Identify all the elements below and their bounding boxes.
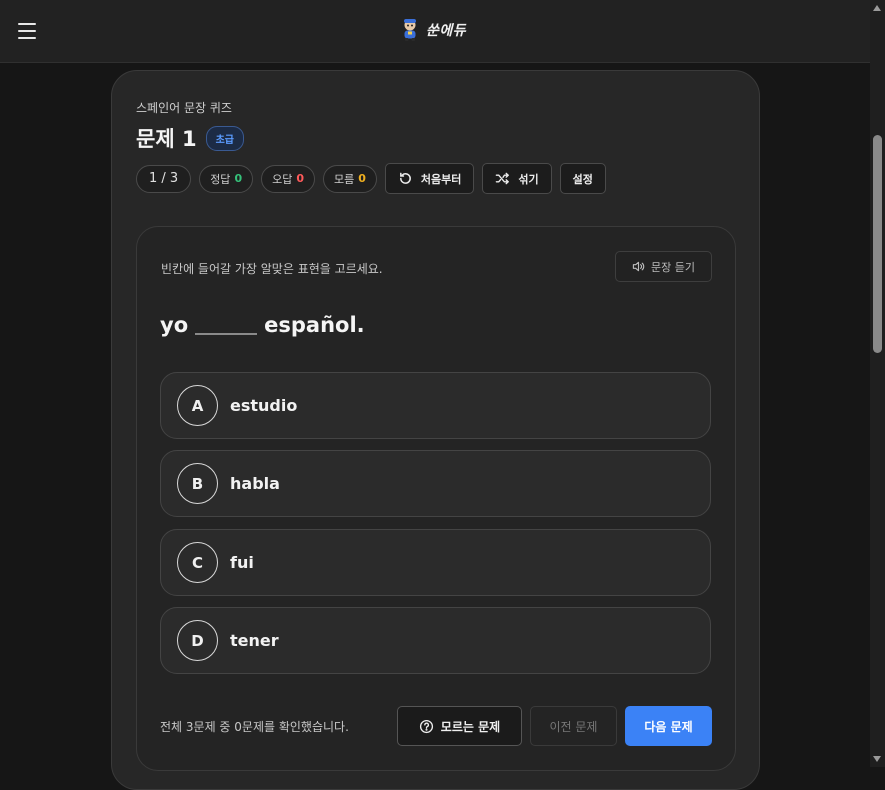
quiz-card: 스페인어 문장 퀴즈 문제 1 초급 1 / 3 정답 0 오답 0 모름 0 … — [111, 70, 760, 790]
question-sentence: yo español. — [160, 311, 365, 337]
restart-label: 처음부터 — [420, 172, 462, 186]
restart-button[interactable]: 처음부터 — [384, 163, 475, 194]
wrong-count-pill: 오답 0 — [261, 164, 315, 193]
unknown-question-label: 모르는 문제 — [440, 719, 501, 734]
progress-text: 1 / 3 — [149, 171, 179, 186]
sentence-after-blank: español. — [264, 313, 365, 337]
shuffle-button[interactable]: 섞기 — [482, 163, 552, 194]
correct-count: 0 — [234, 172, 243, 185]
previous-question-button[interactable]: 이전 문제 — [530, 706, 617, 746]
sentence-before-blank: yo — [160, 313, 189, 337]
answer-blank — [195, 311, 258, 335]
option-text: fui — [230, 553, 254, 572]
option-letter: C — [177, 542, 218, 583]
question-title: 문제 1 — [136, 127, 197, 151]
speaker-icon — [632, 261, 645, 272]
question-card: 빈칸에 들어갈 가장 알맞은 표현을 고르세요. 문장 듣기 yo españo… — [136, 226, 736, 771]
scroll-up-arrow-icon[interactable] — [873, 5, 881, 11]
top-bar: 쑨에듀 — [0, 0, 870, 63]
previous-question-label: 이전 문제 — [549, 719, 598, 734]
shuffle-label: 섞기 — [518, 172, 539, 186]
restart-icon — [399, 172, 411, 184]
option-b[interactable]: B habla — [160, 450, 711, 517]
next-question-button[interactable]: 다음 문제 — [625, 706, 712, 746]
option-letter: A — [177, 385, 218, 426]
option-text: habla — [230, 474, 280, 493]
level-badge: 초급 — [205, 125, 244, 151]
option-d[interactable]: D tener — [160, 607, 711, 674]
unknown-label: 모름 — [334, 172, 355, 186]
quiz-subtitle: 스페인어 문장 퀴즈 — [136, 101, 232, 115]
scroll-down-arrow-icon[interactable] — [873, 756, 881, 762]
correct-label: 정답 — [210, 172, 231, 186]
option-c[interactable]: C fui — [160, 529, 711, 596]
listen-sentence-button[interactable]: 문장 듣기 — [615, 251, 712, 282]
option-letter: D — [177, 620, 218, 661]
option-letter: B — [177, 463, 218, 504]
scroll-thumb[interactable] — [873, 135, 882, 353]
progress-summary: 전체 3문제 중 0문제를 확인했습니다. — [160, 720, 349, 734]
listen-label: 문장 듣기 — [651, 260, 695, 274]
next-question-label: 다음 문제 — [644, 719, 693, 734]
unknown-count: 0 — [358, 172, 366, 185]
correct-count-pill: 정답 0 — [199, 164, 254, 193]
title-row: 문제 1 초급 — [136, 123, 244, 153]
question-circle-icon — [419, 719, 433, 733]
wrong-count: 0 — [296, 172, 304, 185]
instruction-text: 빈칸에 들어갈 가장 알맞은 표현을 고르세요. — [161, 262, 383, 276]
logo[interactable]: 쑨에듀 — [400, 18, 466, 42]
logo-text: 쑨에듀 — [426, 23, 467, 39]
settings-button[interactable]: 설정 — [559, 163, 606, 194]
option-text: tener — [230, 631, 279, 650]
settings-label: 설정 — [572, 172, 593, 186]
stats-toolbar: 1 / 3 정답 0 오답 0 모름 0 처음부터 섞기 설정 — [136, 163, 606, 194]
unknown-question-button[interactable]: 모르는 문제 — [397, 706, 522, 746]
option-text: estudio — [230, 396, 298, 415]
hamburger-menu-icon[interactable] — [18, 23, 36, 39]
wrong-label: 오답 — [272, 172, 293, 186]
mascot-logo-icon — [404, 19, 416, 41]
shuffle-icon — [496, 172, 510, 185]
progress-pill: 1 / 3 — [136, 164, 192, 193]
unknown-count-pill: 모름 0 — [323, 164, 377, 193]
option-a[interactable]: A estudio — [160, 372, 711, 439]
page-scrollbar[interactable] — [870, 0, 885, 767]
